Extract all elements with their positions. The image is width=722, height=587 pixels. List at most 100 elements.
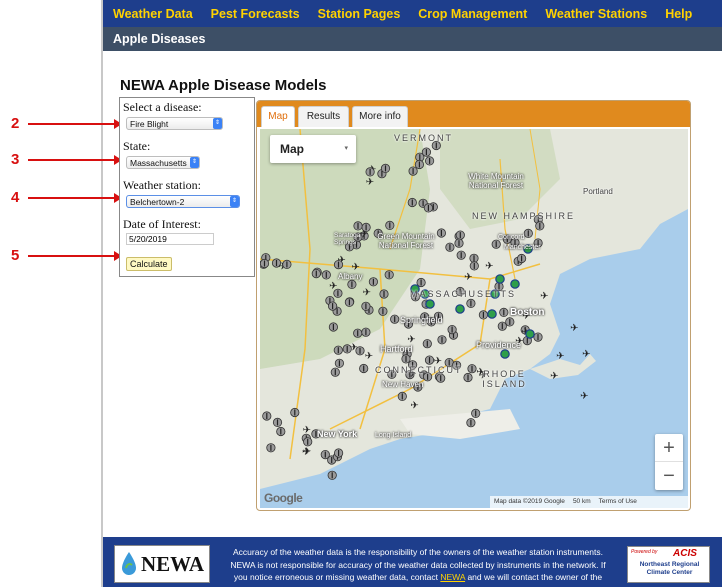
state-label: State: bbox=[123, 139, 151, 153]
map-label-vermont: VERMONT bbox=[394, 133, 453, 143]
airport-marker-icon[interactable]: ✈ bbox=[365, 351, 373, 362]
nav-help[interactable]: Help bbox=[665, 7, 692, 21]
date-input[interactable]: 5/20/2019 bbox=[126, 233, 214, 245]
map-label-saratoga: Saratoga Springs bbox=[334, 232, 361, 246]
nav-pest-forecasts[interactable]: Pest Forecasts bbox=[211, 7, 300, 21]
tab-results[interactable]: Results bbox=[298, 106, 349, 127]
active-station-marker-icon[interactable] bbox=[500, 349, 510, 359]
map-label-green-mountain: Green Mountain National Forest bbox=[377, 232, 435, 250]
airport-marker-icon[interactable]: ✈ bbox=[556, 351, 564, 362]
airport-marker-icon[interactable]: ✈ bbox=[580, 391, 588, 402]
map-attribution: Map data ©2019 Google bbox=[494, 498, 565, 505]
footer-disclaimer: Accuracy of the weather data is the resp… bbox=[223, 546, 613, 587]
nav-crop-management[interactable]: Crop Management bbox=[418, 7, 527, 21]
map-label-boston: Boston bbox=[510, 307, 545, 318]
active-station-marker-icon[interactable] bbox=[487, 309, 497, 319]
water-drop-icon bbox=[122, 552, 136, 575]
newa-logo[interactable]: NEWA bbox=[114, 545, 210, 583]
map-label-manchester: Manchester bbox=[504, 244, 541, 251]
tab-more-info[interactable]: More info bbox=[352, 106, 408, 127]
app-root: Weather Data Pest Forecasts Station Page… bbox=[0, 0, 722, 587]
airport-marker-icon[interactable]: ✈ bbox=[303, 446, 311, 457]
airport-marker-icon[interactable]: ✈ bbox=[410, 401, 418, 412]
select-arrow-icon: ⇕ bbox=[190, 157, 199, 168]
airport-marker-icon[interactable]: ✈ bbox=[363, 287, 371, 298]
map-label-rhode-island: RHODE ISLAND bbox=[482, 369, 527, 389]
map-terms-link[interactable]: Terms of Use bbox=[599, 496, 637, 508]
date-label: Date of Interest: bbox=[123, 217, 201, 231]
airport-marker-icon[interactable]: ✈ bbox=[550, 371, 558, 382]
map-label-concord: Concord bbox=[498, 234, 525, 241]
disease-label: Select a disease: bbox=[123, 100, 202, 114]
map-label-providence: Providence bbox=[476, 340, 522, 350]
active-station-marker-icon[interactable] bbox=[425, 299, 435, 309]
map-label-new-york: New York bbox=[317, 429, 358, 439]
disease-form: Select a disease: Fire Blight ⇕ State: M… bbox=[119, 97, 255, 277]
map-attribution-bar: Map data ©2019 Google 50 km Terms of Use bbox=[490, 496, 688, 508]
disease-select-value: Fire Blight bbox=[130, 118, 169, 129]
annotation-3: 3 bbox=[11, 151, 20, 168]
left-gutter bbox=[0, 0, 102, 587]
station-label: Weather station: bbox=[123, 178, 202, 192]
map-label-springfield: Springfield bbox=[400, 315, 443, 325]
station-select[interactable]: Belchertown-2 ⇕ bbox=[126, 195, 240, 208]
tabs-bar: Map Results More info bbox=[257, 101, 690, 127]
map-label-portland: Portland bbox=[583, 187, 613, 196]
airport-marker-icon[interactable]: ✈ bbox=[485, 261, 493, 272]
airport-marker-icon[interactable]: ✈ bbox=[582, 349, 590, 360]
state-select-value: Massachusetts bbox=[130, 157, 187, 168]
zoom-out-button[interactable]: − bbox=[655, 462, 683, 490]
map-type-control[interactable]: Map ▾ bbox=[270, 135, 356, 163]
top-navigation: Weather Data Pest Forecasts Station Page… bbox=[103, 0, 722, 27]
map-label-albany: Albany bbox=[338, 272, 363, 281]
station-map[interactable]: ✈✈✈✈✈✈✈✈✈✈✈✈✈✈✈✈✈✈✈✈✈✈✈✈✈✈✈✈✈✈✈ VERMONT … bbox=[260, 129, 688, 508]
google-logo: Google bbox=[264, 491, 303, 505]
airport-marker-icon[interactable]: ✈ bbox=[464, 272, 472, 283]
airport-marker-icon[interactable]: ✈ bbox=[540, 291, 548, 302]
map-label-massachusetts: MASSACHUSETTS bbox=[410, 289, 517, 299]
annotation-2: 2 bbox=[11, 115, 20, 132]
nrcc-logo-text: Northeast Regional Climate Center bbox=[639, 561, 700, 576]
acis-logo[interactable]: Powered by ACIS Northeast Regional Clima… bbox=[627, 546, 710, 583]
airport-marker-icon[interactable]: ✈ bbox=[366, 177, 374, 188]
calculate-button[interactable]: Calculate bbox=[126, 257, 172, 271]
annotation-arrow-3 bbox=[28, 155, 122, 165]
annotation-5: 5 bbox=[11, 247, 20, 264]
annotation-arrow-5 bbox=[28, 251, 122, 261]
select-arrow-icon: ⇕ bbox=[213, 118, 222, 129]
dropdown-arrow-icon: ▾ bbox=[344, 145, 348, 152]
disease-select[interactable]: Fire Blight ⇕ bbox=[126, 117, 223, 130]
nav-station-pages[interactable]: Station Pages bbox=[318, 7, 401, 21]
page-title: NEWA Apple Disease Models bbox=[120, 77, 327, 94]
annotation-arrow-4 bbox=[28, 193, 122, 203]
map-label-new-hampshire: NEW HAMPSHIRE bbox=[472, 211, 576, 221]
map-scale: 50 km bbox=[572, 498, 591, 505]
tab-map[interactable]: Map bbox=[261, 106, 295, 127]
map-type-label: Map bbox=[280, 142, 304, 156]
nav-weather-stations[interactable]: Weather Stations bbox=[545, 7, 647, 21]
acis-powered-by: Powered by bbox=[631, 549, 658, 555]
active-station-marker-icon[interactable] bbox=[455, 304, 465, 314]
annotation-arrow-2 bbox=[28, 119, 122, 129]
airport-marker-icon[interactable]: ✈ bbox=[570, 323, 578, 334]
active-station-marker-icon[interactable] bbox=[525, 329, 535, 339]
site-footer: NEWA Accuracy of the weather data is the… bbox=[103, 537, 722, 587]
map-label-connecticut: CONNECTICUT bbox=[375, 365, 463, 375]
footer-newa-link[interactable]: NEWA bbox=[440, 572, 465, 582]
results-panel: Map Results More info ✈ ✈ ✈ ✈ ✈ ✈ ✈ ✈ ✈ … bbox=[256, 100, 691, 511]
section-title: Apple Diseases bbox=[113, 32, 206, 46]
map-label-white-mountain: White Mountain National Forest bbox=[468, 172, 524, 190]
annotation-4: 4 bbox=[11, 189, 20, 206]
map-label-long-island: Long Island bbox=[375, 432, 412, 439]
state-select[interactable]: Massachusetts ⇕ bbox=[126, 156, 200, 169]
active-station-marker-icon[interactable] bbox=[510, 279, 520, 289]
zoom-in-button[interactable]: + bbox=[655, 434, 683, 462]
section-bar: Apple Diseases bbox=[103, 27, 722, 51]
active-station-marker-icon[interactable] bbox=[495, 274, 505, 284]
map-label-hartford: Hartford bbox=[380, 344, 413, 354]
map-label-new-haven: New Haven bbox=[382, 380, 424, 389]
zoom-control: + − bbox=[655, 434, 683, 490]
nav-weather-data[interactable]: Weather Data bbox=[113, 7, 193, 21]
acis-logo-text: ACIS bbox=[673, 548, 697, 559]
page-border bbox=[101, 0, 103, 587]
